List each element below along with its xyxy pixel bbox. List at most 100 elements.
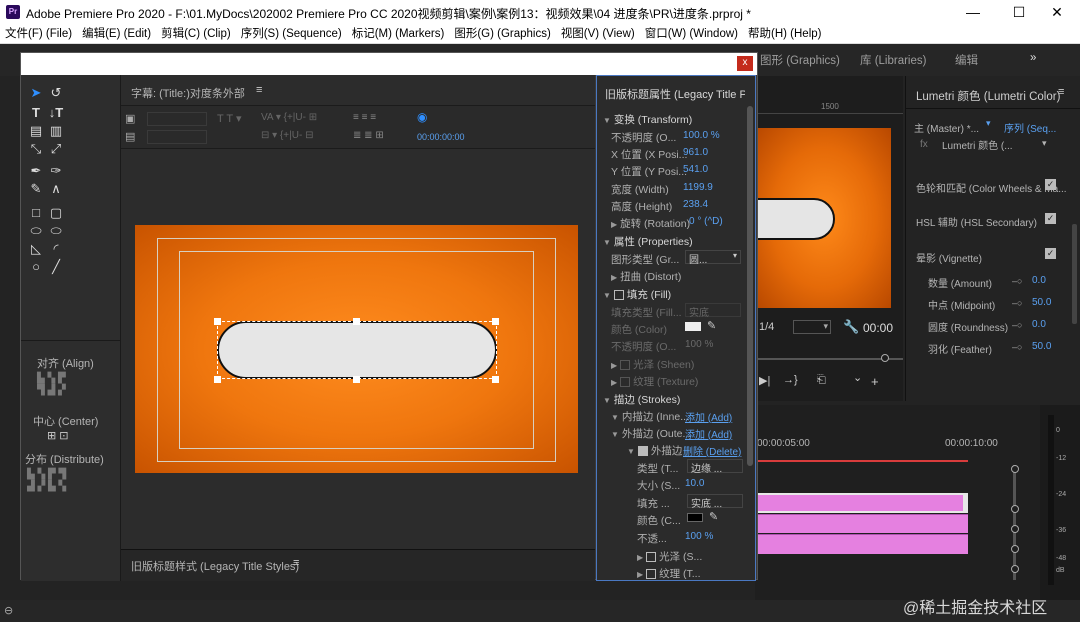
roundness-slider[interactable]: –○ — [1012, 320, 1022, 330]
clip-pink-middle[interactable] — [755, 514, 968, 533]
vignette-midpoint-value[interactable]: 50.0 — [1032, 297, 1051, 308]
font-style-select[interactable] — [147, 130, 207, 144]
rounded-corner-rect-tool-icon[interactable]: ⬭ — [46, 223, 66, 239]
panel-menu-icon[interactable]: ≡ — [1058, 86, 1064, 98]
vertical-area-type-tool-icon[interactable]: ▥ — [46, 123, 66, 139]
outer-stroke-item-row[interactable]: ▼ 外描边 — [627, 443, 682, 458]
line-tool-icon[interactable]: ╱ — [46, 259, 66, 275]
clip-white[interactable] — [755, 493, 968, 513]
vertical-path-type-tool-icon[interactable]: ⤢ — [46, 141, 66, 157]
effect-dropdown-icon[interactable]: ▾ — [1042, 138, 1047, 149]
stroke-sheen-row[interactable]: ▶ 光泽 (S... — [637, 549, 702, 564]
show-background-video-icon[interactable]: ◉ — [417, 110, 427, 124]
opacity-value[interactable]: 100.0 % — [683, 130, 720, 141]
outer-stroke-checkbox[interactable] — [637, 446, 648, 457]
strokes-section[interactable]: ▼ 描边 (Strokes) — [603, 392, 680, 407]
styles-menu-icon[interactable]: ≡ — [293, 557, 299, 569]
resize-handle-br[interactable] — [492, 376, 499, 383]
delete-anchor-tool-icon[interactable]: ✑ — [46, 163, 66, 179]
master-dropdown-icon[interactable]: ▾ — [986, 118, 991, 129]
selection-tool-icon[interactable]: ➤ — [26, 85, 46, 101]
menu-graphics[interactable]: 图形(G) (Graphics) — [449, 24, 555, 44]
vignette-section[interactable]: 晕影 (Vignette) — [916, 250, 982, 265]
stroke-size-value[interactable]: 10.0 — [685, 478, 704, 489]
text-format-icons[interactable]: T T ▾ — [217, 112, 241, 125]
graphic-type-select[interactable]: 圆... ▾ — [685, 250, 741, 266]
vignette-roundness-value[interactable]: 0.0 — [1032, 319, 1046, 330]
menu-file[interactable]: 文件(F) (File) — [0, 24, 77, 44]
inner-strokes-add-link[interactable]: 添加 (Add) — [685, 409, 732, 424]
path-type-tool-icon[interactable]: ⤡ — [26, 141, 46, 157]
fill-color-swatch[interactable] — [685, 322, 701, 331]
background-video-timecode[interactable]: 00:00:00:00 — [417, 132, 465, 142]
kerning-controls[interactable]: VA ▾ {+|U- ⊞ — [261, 112, 317, 123]
ellipse-tool-icon[interactable]: ○ — [26, 259, 46, 275]
resize-handle-tl[interactable] — [214, 318, 221, 325]
fill-eyedropper-icon[interactable]: ✎ — [707, 319, 716, 332]
outer-strokes-row[interactable]: ▼ 外描边 (Oute... — [611, 426, 691, 441]
stroke-type-select[interactable]: 边缘 ... — [687, 459, 743, 475]
zoom-select[interactable]: ▾ — [793, 320, 831, 334]
lumetri-scrollbar[interactable] — [1072, 224, 1077, 324]
rotation-row[interactable]: ▶ 旋转 (Rotation) — [611, 216, 690, 231]
color-wheels-checkbox[interactable]: ✓ — [1045, 179, 1056, 190]
menu-sequence[interactable]: 序列(S) (Sequence) — [236, 24, 347, 44]
resize-handle-tr[interactable] — [492, 318, 499, 325]
feather-slider[interactable]: –○ — [1012, 342, 1022, 352]
amount-slider[interactable]: –○ — [1012, 276, 1022, 286]
workspace-tab-libraries[interactable]: 库 (Libraries) — [860, 52, 926, 68]
play-stop-icon[interactable]: ▶| — [759, 374, 770, 387]
inner-strokes-row[interactable]: ▼ 内描边 (Inne... — [611, 409, 689, 424]
alignment-icons[interactable]: ≡ ≡ ≡ — [353, 112, 376, 123]
menu-markers[interactable]: 标记(M) (Markers) — [347, 24, 450, 44]
work-area-bar[interactable] — [755, 460, 968, 462]
clip-pink-top[interactable] — [755, 495, 963, 511]
rotation-value[interactable]: 0 ° (^D) — [689, 216, 723, 227]
effect-select[interactable]: Lumetri 颜色 (... — [942, 137, 1013, 152]
align-buttons[interactable]: ▙ ▚ ▛ ▜ ▟ ▞ — [37, 373, 87, 401]
fill-type-select[interactable]: 实底 — [685, 303, 741, 319]
add-anchor-tool-icon[interactable]: ✎ — [26, 181, 46, 197]
rectangle-tool-icon[interactable]: □ — [26, 205, 46, 221]
dialog-close-button[interactable]: x — [737, 56, 753, 71]
fill-section[interactable]: ▼ 填充 (Fill) — [603, 287, 671, 302]
width-value[interactable]: 1199.9 — [683, 182, 713, 193]
close-window-button[interactable]: ✕ — [1034, 0, 1080, 24]
menu-clip[interactable]: 剪辑(C) (Clip) — [156, 24, 236, 44]
add-button-icon[interactable]: + — [871, 374, 879, 389]
resize-handle-b[interactable] — [353, 376, 360, 383]
title-canvas[interactable] — [135, 225, 578, 473]
area-type-tool-icon[interactable]: ▤ — [26, 123, 46, 139]
hsl-checkbox[interactable]: ✓ — [1045, 213, 1056, 224]
distribute-buttons[interactable]: ▙ ▚ ▛ ▜ ▟ ▞ ▙ ▚ — [27, 469, 107, 493]
texture-row[interactable]: ▶ 纹理 (Texture) — [611, 374, 698, 389]
type-tool-icon[interactable]: T — [26, 105, 46, 121]
minimize-button[interactable]: — — [950, 0, 996, 24]
convert-anchor-tool-icon[interactable]: ∧ — [46, 181, 66, 197]
sequence-link[interactable]: 序列 (Seq... — [1004, 120, 1056, 135]
menu-edit[interactable]: 编辑(E) (Edit) — [77, 24, 156, 44]
track-scroll[interactable] — [1013, 465, 1016, 580]
track-handle-5[interactable] — [1011, 565, 1019, 573]
track-handle-3[interactable] — [1011, 525, 1019, 533]
stroke-opacity-value[interactable]: 100 % — [685, 531, 713, 542]
transform-section[interactable]: ▼ 变换 (Transform) — [603, 112, 692, 127]
vertical-type-tool-icon[interactable]: ↓T — [46, 105, 66, 121]
properties-section[interactable]: ▼ 属性 (Properties) — [603, 234, 693, 249]
sheen-row[interactable]: ▶ 光泽 (Sheen) — [611, 357, 694, 372]
y-position-value[interactable]: 541.0 — [683, 164, 708, 175]
hsl-section[interactable]: HSL 辅助 (HSL Secondary) — [916, 214, 1037, 229]
menu-window[interactable]: 窗口(W) (Window) — [640, 24, 743, 44]
workspace-tab-graphics[interactable]: 图形 (Graphics) — [760, 52, 840, 68]
center-buttons[interactable]: ⊞ ⊡ — [47, 429, 87, 442]
resize-handle-t[interactable] — [353, 318, 360, 325]
tab-stops-icons[interactable]: ≣ ≣ ⊞ — [353, 130, 384, 141]
leading-controls[interactable]: ⊟ ▾ {+|U- ⊟ — [261, 130, 313, 141]
rotation-tool-icon[interactable]: ↺ — [46, 85, 66, 101]
workspace-tab-editing[interactable]: 编辑 — [955, 52, 978, 68]
color-wheels-section[interactable]: 色轮和匹配 (Color Wheels & Ma... — [916, 180, 1067, 195]
vignette-checkbox[interactable]: ✓ — [1045, 248, 1056, 259]
clip-pink-bottom[interactable] — [755, 534, 968, 554]
font-family-select[interactable] — [147, 112, 207, 126]
properties-scrollbar[interactable] — [747, 106, 753, 466]
